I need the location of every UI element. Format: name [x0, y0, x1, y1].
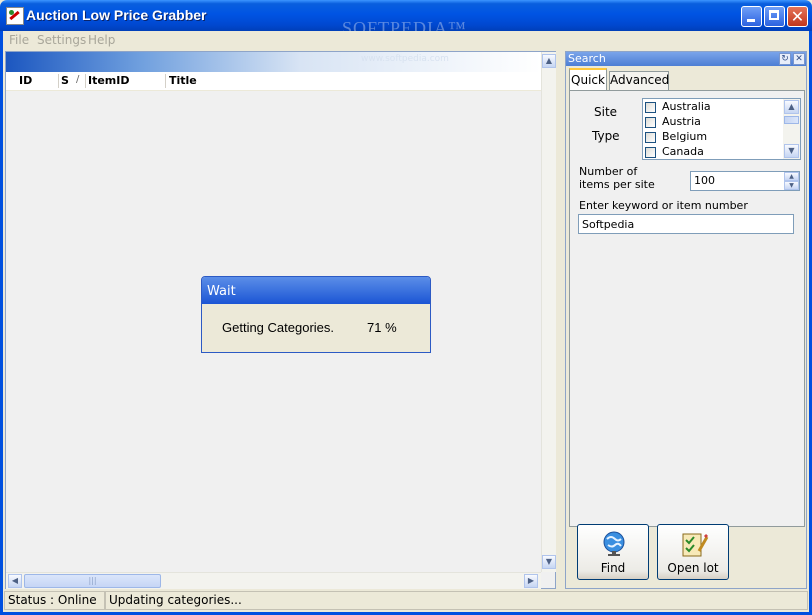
- tab-quick[interactable]: Quick: [569, 68, 607, 90]
- column-separator: [165, 74, 166, 88]
- checkbox[interactable]: [645, 117, 656, 128]
- horizontal-scroll-thumb[interactable]: |||: [24, 574, 161, 588]
- open-lot-button-label: Open lot: [667, 561, 719, 575]
- column-separator: [58, 74, 59, 88]
- checklist-icon: [682, 533, 709, 557]
- globe-icon: [603, 531, 625, 556]
- minimize-icon: [747, 19, 755, 22]
- scroll-up-arrow-icon[interactable]: ▲: [784, 100, 799, 114]
- scroll-right-arrow-icon[interactable]: ▶: [524, 574, 538, 588]
- title-bar: Auction Low Price Grabber SOFTPEDIA™ ✕: [0, 0, 812, 38]
- maximize-icon: [769, 10, 779, 20]
- wait-message: Getting Categories.: [222, 320, 335, 335]
- spin-up-icon[interactable]: ▲: [784, 172, 799, 181]
- close-icon: ✕: [790, 7, 805, 26]
- refresh-icon[interactable]: ↻: [779, 53, 791, 65]
- site-label: Site: [594, 105, 618, 119]
- wait-dialog-title: Wait: [207, 284, 236, 299]
- items-per-site-label-line2: items per site: [579, 178, 655, 191]
- scroll-up-arrow-icon[interactable]: ▲: [542, 54, 556, 68]
- panel-close-icon[interactable]: ✕: [793, 53, 805, 65]
- column-title[interactable]: Title: [169, 74, 197, 87]
- list-vertical-scrollbar[interactable]: ▲ ▼: [541, 52, 556, 572]
- keyword-input[interactable]: Softpedia: [578, 214, 794, 234]
- column-separator: [85, 74, 86, 88]
- column-id[interactable]: ID: [19, 74, 32, 87]
- site-list-scrollbar[interactable]: ▲ ▼: [783, 99, 800, 159]
- site-name: Austria: [662, 115, 701, 128]
- items-per-site-label-line1: Number of: [579, 165, 638, 178]
- site-name: Belgium: [662, 130, 708, 143]
- column-itemid[interactable]: ItemID: [88, 74, 130, 87]
- maximize-button[interactable]: [764, 6, 785, 27]
- scroll-down-arrow-icon[interactable]: ▼: [784, 144, 799, 158]
- app-icon: [6, 7, 24, 25]
- items-per-site-value: 100: [694, 174, 715, 187]
- site-checklist[interactable]: Australia Austria Belgium Canada ▲ ▼: [642, 98, 801, 160]
- wait-dialog: Wait Getting Categories. 71 %: [201, 276, 431, 353]
- close-button[interactable]: ✕: [787, 6, 808, 27]
- menu-file[interactable]: File: [9, 32, 29, 48]
- site-name: Australia: [662, 100, 711, 113]
- minimize-button[interactable]: [741, 6, 762, 27]
- window-title: Auction Low Price Grabber: [26, 7, 207, 23]
- scroll-left-arrow-icon[interactable]: ◀: [8, 574, 22, 588]
- status-connection: Status : Online: [4, 591, 105, 610]
- menu-bar: File Settings Help: [3, 31, 809, 49]
- window-frame-left: [0, 31, 3, 615]
- spin-down-icon[interactable]: ▼: [784, 181, 799, 190]
- search-panel-title: Search: [568, 52, 606, 65]
- keyword-value: Softpedia: [582, 218, 635, 231]
- site-name: Canada: [662, 145, 704, 158]
- wait-dialog-title-bar: Wait: [202, 277, 430, 304]
- keyword-label: Enter keyword or item number: [579, 199, 748, 212]
- menu-help[interactable]: Help: [88, 32, 115, 48]
- wait-dialog-body: Getting Categories. 71 %: [202, 304, 430, 352]
- scroll-down-arrow-icon[interactable]: ▼: [542, 555, 556, 569]
- items-per-site-stepper[interactable]: 100 ▲ ▼: [690, 171, 800, 191]
- checkbox[interactable]: [645, 132, 656, 143]
- type-label: Type: [592, 129, 620, 143]
- items-per-site-label: Number of items per site: [579, 165, 655, 191]
- site-scroll-thumb[interactable]: [784, 116, 799, 124]
- list-horizontal-scrollbar[interactable]: ◀ ||| ▶: [6, 572, 541, 589]
- checkbox[interactable]: [645, 147, 656, 158]
- tab-advanced[interactable]: Advanced: [609, 71, 669, 90]
- search-panel-header: Search ↻ ✕: [566, 52, 806, 66]
- status-message: Updating categories...: [105, 591, 808, 610]
- find-button-label: Find: [600, 561, 626, 575]
- column-sort[interactable]: /: [76, 74, 79, 85]
- status-bar: Status : Online Updating categories...: [3, 589, 809, 612]
- list-banner: www.softpedia.com: [6, 52, 541, 72]
- checkbox[interactable]: [645, 102, 656, 113]
- open-lot-button[interactable]: Open lot: [657, 524, 729, 580]
- search-panel: Search ↻ ✕ Quick Advanced Site Type Aust…: [565, 51, 807, 589]
- column-s[interactable]: S: [61, 74, 69, 87]
- find-button[interactable]: Find: [577, 524, 649, 580]
- list-watermark: www.softpedia.com: [361, 54, 449, 64]
- menu-settings[interactable]: Settings: [37, 32, 86, 48]
- wait-progress-percent: 71 %: [367, 320, 397, 335]
- list-header: ID S / ItemID Title: [6, 72, 541, 91]
